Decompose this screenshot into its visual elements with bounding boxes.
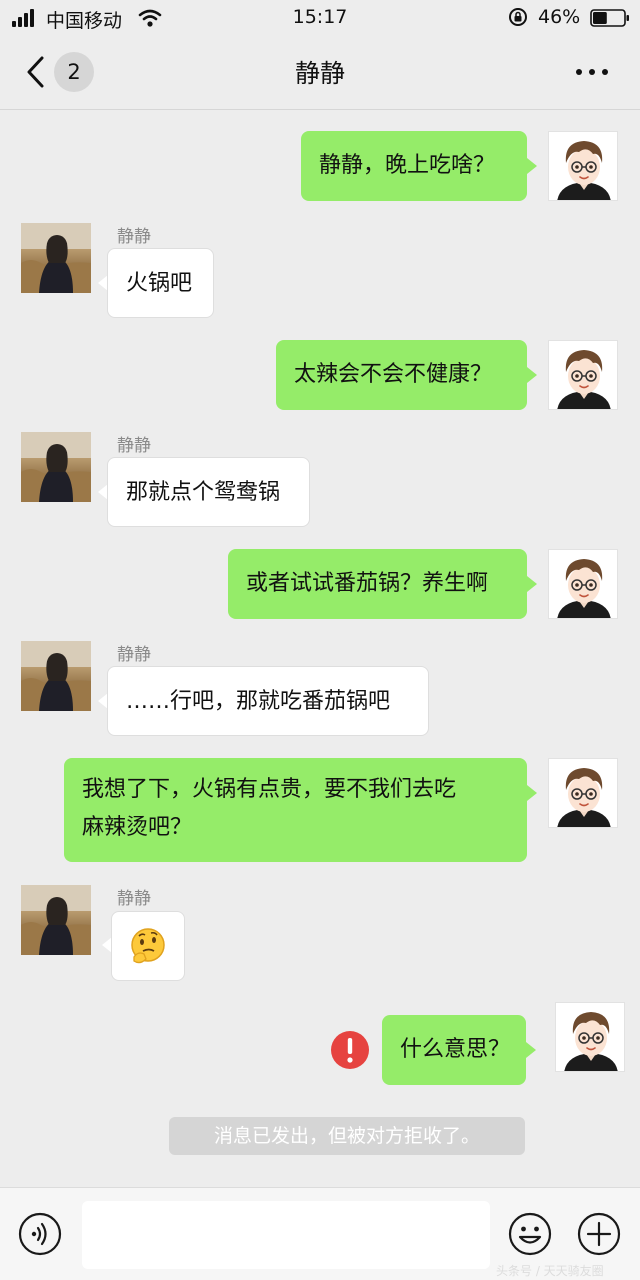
avatar-contact[interactable] — [21, 885, 91, 955]
message-bubble-received[interactable]: 那就点个鸳鸯锅 — [107, 457, 310, 527]
cartoon-boy-avatar-icon — [564, 1012, 618, 1071]
orientation-lock-icon — [509, 8, 527, 26]
ellipsis-icon[interactable] — [574, 69, 610, 77]
avatar-contact[interactable] — [21, 432, 91, 502]
chat-screen: 中国移动 15:17 46% 2 静静 静静，晚上吃啥？ 静静 火锅吧 太辣会不… — [0, 0, 640, 1280]
cartoon-boy-avatar-icon — [557, 350, 611, 409]
girl-photo-avatar-icon — [21, 432, 91, 502]
girl-photo-avatar-icon — [21, 641, 91, 711]
sender-name: 静静 — [117, 227, 151, 247]
sender-name: 静静 — [117, 436, 151, 456]
sender-name: 静静 — [117, 645, 151, 665]
avatar-me[interactable] — [548, 131, 618, 201]
message-text: 或者试试番茄锅？养生啊 — [246, 571, 489, 596]
message-bubble-sent[interactable]: 太辣会不会不健康？ — [276, 340, 527, 410]
bubble-tail — [527, 158, 537, 174]
avatar-contact[interactable] — [21, 641, 91, 711]
message-text: 什么意思？ — [400, 1037, 511, 1062]
message-text: 静静，晚上吃啥？ — [319, 153, 496, 178]
message-text: 火锅吧 — [126, 271, 193, 296]
avatar-me[interactable] — [548, 340, 618, 410]
bubble-tail — [527, 576, 537, 592]
message-text: ……行吧，那就吃番茄锅吧 — [126, 689, 391, 714]
status-bar: 中国移动 15:17 46% — [0, 0, 640, 36]
chat-title: 静静 — [294, 59, 345, 88]
message-bubble-received[interactable]: ……行吧，那就吃番茄锅吧 — [107, 666, 429, 736]
avatar-me[interactable] — [548, 549, 618, 619]
bubble-tail — [527, 785, 537, 801]
message-bubble-sent[interactable]: 或者试试番茄锅？养生啊 — [228, 549, 527, 619]
voice-icon[interactable] — [18, 1212, 62, 1256]
message-bubble-received[interactable] — [111, 911, 185, 981]
message-bubble-sent[interactable]: 什么意思？ — [382, 1015, 526, 1085]
bubble-tail — [526, 1042, 536, 1058]
emoji-icon[interactable] — [508, 1212, 552, 1256]
add-icon[interactable] — [577, 1212, 621, 1256]
girl-photo-avatar-icon — [21, 885, 91, 955]
girl-photo-avatar-icon — [21, 223, 91, 293]
thinking-emoji-icon — [131, 928, 165, 964]
cartoon-boy-avatar-icon — [557, 141, 611, 200]
message-text-line: 我想了下，火锅有点贵，要不我们去吃 — [82, 777, 457, 802]
bubble-tail — [527, 367, 537, 383]
avatar-me[interactable] — [555, 1002, 625, 1072]
send-failed-icon[interactable] — [330, 1030, 370, 1070]
message-bubble-received[interactable]: 火锅吧 — [107, 248, 214, 318]
cartoon-boy-avatar-icon — [557, 768, 611, 827]
chat-header: 2 静静 — [0, 36, 640, 110]
system-notice: 消息已发出，但被对方拒收了。 — [169, 1117, 525, 1155]
message-input[interactable] — [82, 1201, 490, 1269]
message-text-line: 麻辣烫吧？ — [82, 815, 193, 840]
avatar-me[interactable] — [548, 758, 618, 828]
sender-name: 静静 — [117, 889, 151, 909]
avatar-contact[interactable] — [21, 223, 91, 293]
message-text: 太辣会不会不健康？ — [294, 362, 493, 387]
watermark: 头条号 / 天天骑友圈 — [496, 1264, 604, 1278]
battery-percent: 46% — [538, 6, 581, 28]
message-text: 那就点个鸳鸯锅 — [126, 480, 281, 505]
cartoon-boy-avatar-icon — [557, 559, 611, 618]
message-bubble-sent[interactable]: 静静，晚上吃啥？ — [301, 131, 527, 201]
message-bubble-sent[interactable]: 我想了下，火锅有点贵，要不我们去吃 麻辣烫吧？ — [64, 758, 527, 862]
battery-icon — [590, 9, 629, 27]
